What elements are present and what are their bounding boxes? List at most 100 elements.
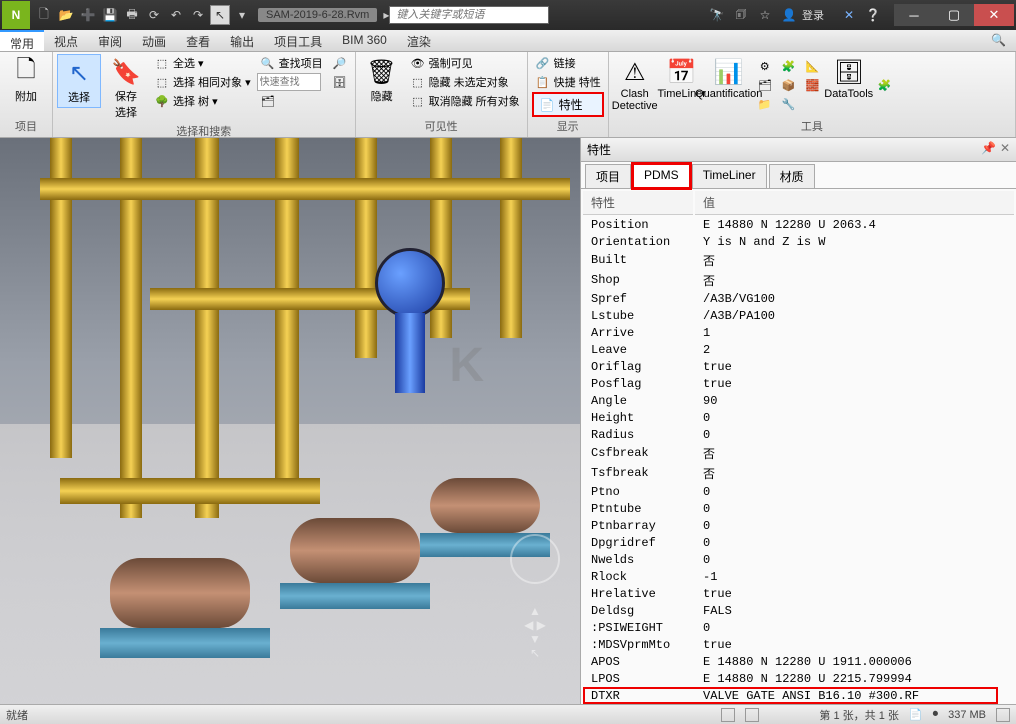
star-icon[interactable]: ☆: [754, 5, 776, 25]
hide-button[interactable]: 🗑 隐藏: [360, 54, 404, 106]
tool-e-icon[interactable]: 📦: [778, 77, 800, 95]
status-icon-a[interactable]: [721, 708, 735, 722]
menu-view[interactable]: 查看: [176, 30, 220, 51]
menu-search-icon[interactable]: 🔍: [981, 30, 1016, 51]
table-row[interactable]: Arrive1: [583, 325, 1014, 340]
properties-button[interactable]: 📄特性: [532, 92, 604, 117]
select-tree-button[interactable]: 🌳选择 树 ▾: [151, 92, 254, 110]
user-icon[interactable]: 👤: [778, 5, 800, 25]
status-icon-b[interactable]: [745, 708, 759, 722]
tool-b-icon[interactable]: 🧩: [778, 58, 800, 76]
sets-button[interactable]: 🗂: [257, 92, 326, 110]
binoculars-icon[interactable]: 🔭: [706, 5, 728, 25]
new-icon[interactable]: 🗋: [34, 5, 54, 25]
menu-review[interactable]: 审阅: [88, 30, 132, 51]
table-row[interactable]: Lstube/A3B/PA100: [583, 308, 1014, 323]
force-visible-button[interactable]: 👁强制可见: [407, 54, 523, 72]
table-row[interactable]: DTXRVALVE GATE ANSI B16.10 #300.RF: [583, 688, 1014, 703]
pin-icon[interactable]: 📌: [981, 141, 996, 158]
quick-find-input[interactable]: [257, 73, 321, 91]
table-row[interactable]: Ptno0: [583, 484, 1014, 499]
window-minimize[interactable]: ─: [894, 4, 934, 26]
select-same-button[interactable]: ⬚选择 相同对象 ▾: [151, 73, 254, 91]
status-cap-icon[interactable]: ⏺: [933, 708, 939, 721]
app-logo[interactable]: N: [2, 1, 30, 29]
menu-common[interactable]: 常用: [0, 30, 44, 51]
datatools-button[interactable]: 🗄DataTools: [827, 54, 871, 102]
table-row[interactable]: Spref/A3B/VG100: [583, 291, 1014, 306]
attach-icon[interactable]: ➕: [78, 5, 98, 25]
table-row[interactable]: Built否: [583, 251, 1014, 269]
search-input[interactable]: [389, 6, 549, 24]
properties-list[interactable]: 特性 值 PositionE 14880 N 12280 U 2063.4Ori…: [581, 189, 1016, 704]
select-button[interactable]: ↖ 选择: [57, 54, 101, 108]
dropdown-icon[interactable]: ▾: [232, 5, 252, 25]
menu-render[interactable]: 渲染: [397, 30, 441, 51]
appstore-icon[interactable]: 🧩: [874, 77, 896, 95]
3d-viewport[interactable]: K ▲◀ ▶▼↖: [0, 138, 580, 704]
search-db-icon[interactable]: 🗄: [329, 73, 351, 91]
link-button[interactable]: 🔗链接: [532, 54, 604, 72]
tab-material[interactable]: 材质: [769, 164, 815, 188]
tab-project[interactable]: 项目: [585, 164, 631, 188]
table-row[interactable]: Height0: [583, 410, 1014, 425]
save-icon[interactable]: 💾: [100, 5, 120, 25]
exchange-icon[interactable]: ✕: [838, 5, 860, 25]
tab-pdms[interactable]: PDMS: [633, 164, 690, 188]
table-row[interactable]: Shop否: [583, 271, 1014, 289]
save-selection-button[interactable]: 🔖 保存 选择: [104, 54, 148, 122]
tab-timeliner[interactable]: TimeLiner: [692, 164, 767, 188]
help-icon[interactable]: ❔: [862, 5, 884, 25]
menu-bim360[interactable]: BIM 360: [332, 30, 397, 51]
menu-viewpoint[interactable]: 视点: [44, 30, 88, 51]
refresh-icon[interactable]: ⟳: [144, 5, 164, 25]
table-row[interactable]: Tsfbreak否: [583, 464, 1014, 482]
table-row[interactable]: Dpgridref0: [583, 535, 1014, 550]
print-icon[interactable]: 🖶: [122, 5, 142, 25]
table-row[interactable]: Angle90: [583, 393, 1014, 408]
table-row[interactable]: Nwelds0: [583, 552, 1014, 567]
table-row[interactable]: Ptntube0: [583, 501, 1014, 516]
pointer-icon[interactable]: ↖: [210, 5, 230, 25]
menu-output[interactable]: 输出: [220, 30, 264, 51]
tool-a-icon[interactable]: ⚙: [754, 58, 776, 76]
search-sets-icon[interactable]: 🔎: [329, 54, 351, 72]
tool-f-icon[interactable]: 🧱: [802, 77, 824, 95]
orbit-gizmo[interactable]: [510, 534, 560, 584]
status-icon-c[interactable]: [996, 708, 1010, 722]
table-row[interactable]: :PSIWEIGHT0: [583, 620, 1014, 635]
table-row[interactable]: DeldsgFALS: [583, 603, 1014, 618]
nav-arrows[interactable]: ▲◀ ▶▼↖: [510, 604, 560, 664]
undo-icon[interactable]: ↶: [166, 5, 186, 25]
tool-g-icon[interactable]: 📁: [754, 96, 776, 114]
table-row[interactable]: Radius0: [583, 427, 1014, 442]
login-label[interactable]: 登录: [802, 7, 824, 23]
table-row[interactable]: Ptnbarray0: [583, 518, 1014, 533]
tool-c-icon[interactable]: 📐: [802, 58, 824, 76]
table-row[interactable]: OrientationY is N and Z is W: [583, 234, 1014, 249]
open-icon[interactable]: 📂: [56, 5, 76, 25]
menu-animation[interactable]: 动画: [132, 30, 176, 51]
tool-d-icon[interactable]: 🗂: [754, 77, 776, 95]
table-row[interactable]: :MDSVprmMtotrue: [583, 637, 1014, 652]
window-maximize[interactable]: ▢: [934, 4, 974, 26]
table-row[interactable]: Rlock-1: [583, 569, 1014, 584]
table-row[interactable]: Posflagtrue: [583, 376, 1014, 391]
quantification-button[interactable]: 📊Quantification: [707, 54, 751, 102]
table-row[interactable]: PositionE 14880 N 12280 U 2063.4: [583, 217, 1014, 232]
unhide-all-button[interactable]: ⬚取消隐藏 所有对象: [407, 92, 523, 110]
hide-unselected-button[interactable]: ⬚隐藏 未选定对象: [407, 73, 523, 91]
menu-project-tools[interactable]: 项目工具: [264, 30, 332, 51]
table-row[interactable]: APOSE 14880 N 12280 U 1911.000006: [583, 654, 1014, 669]
window-close[interactable]: ✕: [974, 4, 1014, 26]
table-row[interactable]: Csfbreak否: [583, 444, 1014, 462]
glossary-icon[interactable]: 🗊: [730, 5, 752, 25]
redo-icon[interactable]: ↷: [188, 5, 208, 25]
close-icon[interactable]: ✕: [1000, 141, 1010, 158]
tool-h-icon[interactable]: 🔧: [778, 96, 800, 114]
status-doc-icon[interactable]: 📄: [909, 708, 923, 721]
select-all-button[interactable]: ⬚全选 ▾: [151, 54, 254, 72]
table-row[interactable]: Hrelativetrue: [583, 586, 1014, 601]
quick-prop-button[interactable]: 📋快捷 特性: [532, 73, 604, 91]
attach-button[interactable]: 🗋 附加: [4, 54, 48, 106]
